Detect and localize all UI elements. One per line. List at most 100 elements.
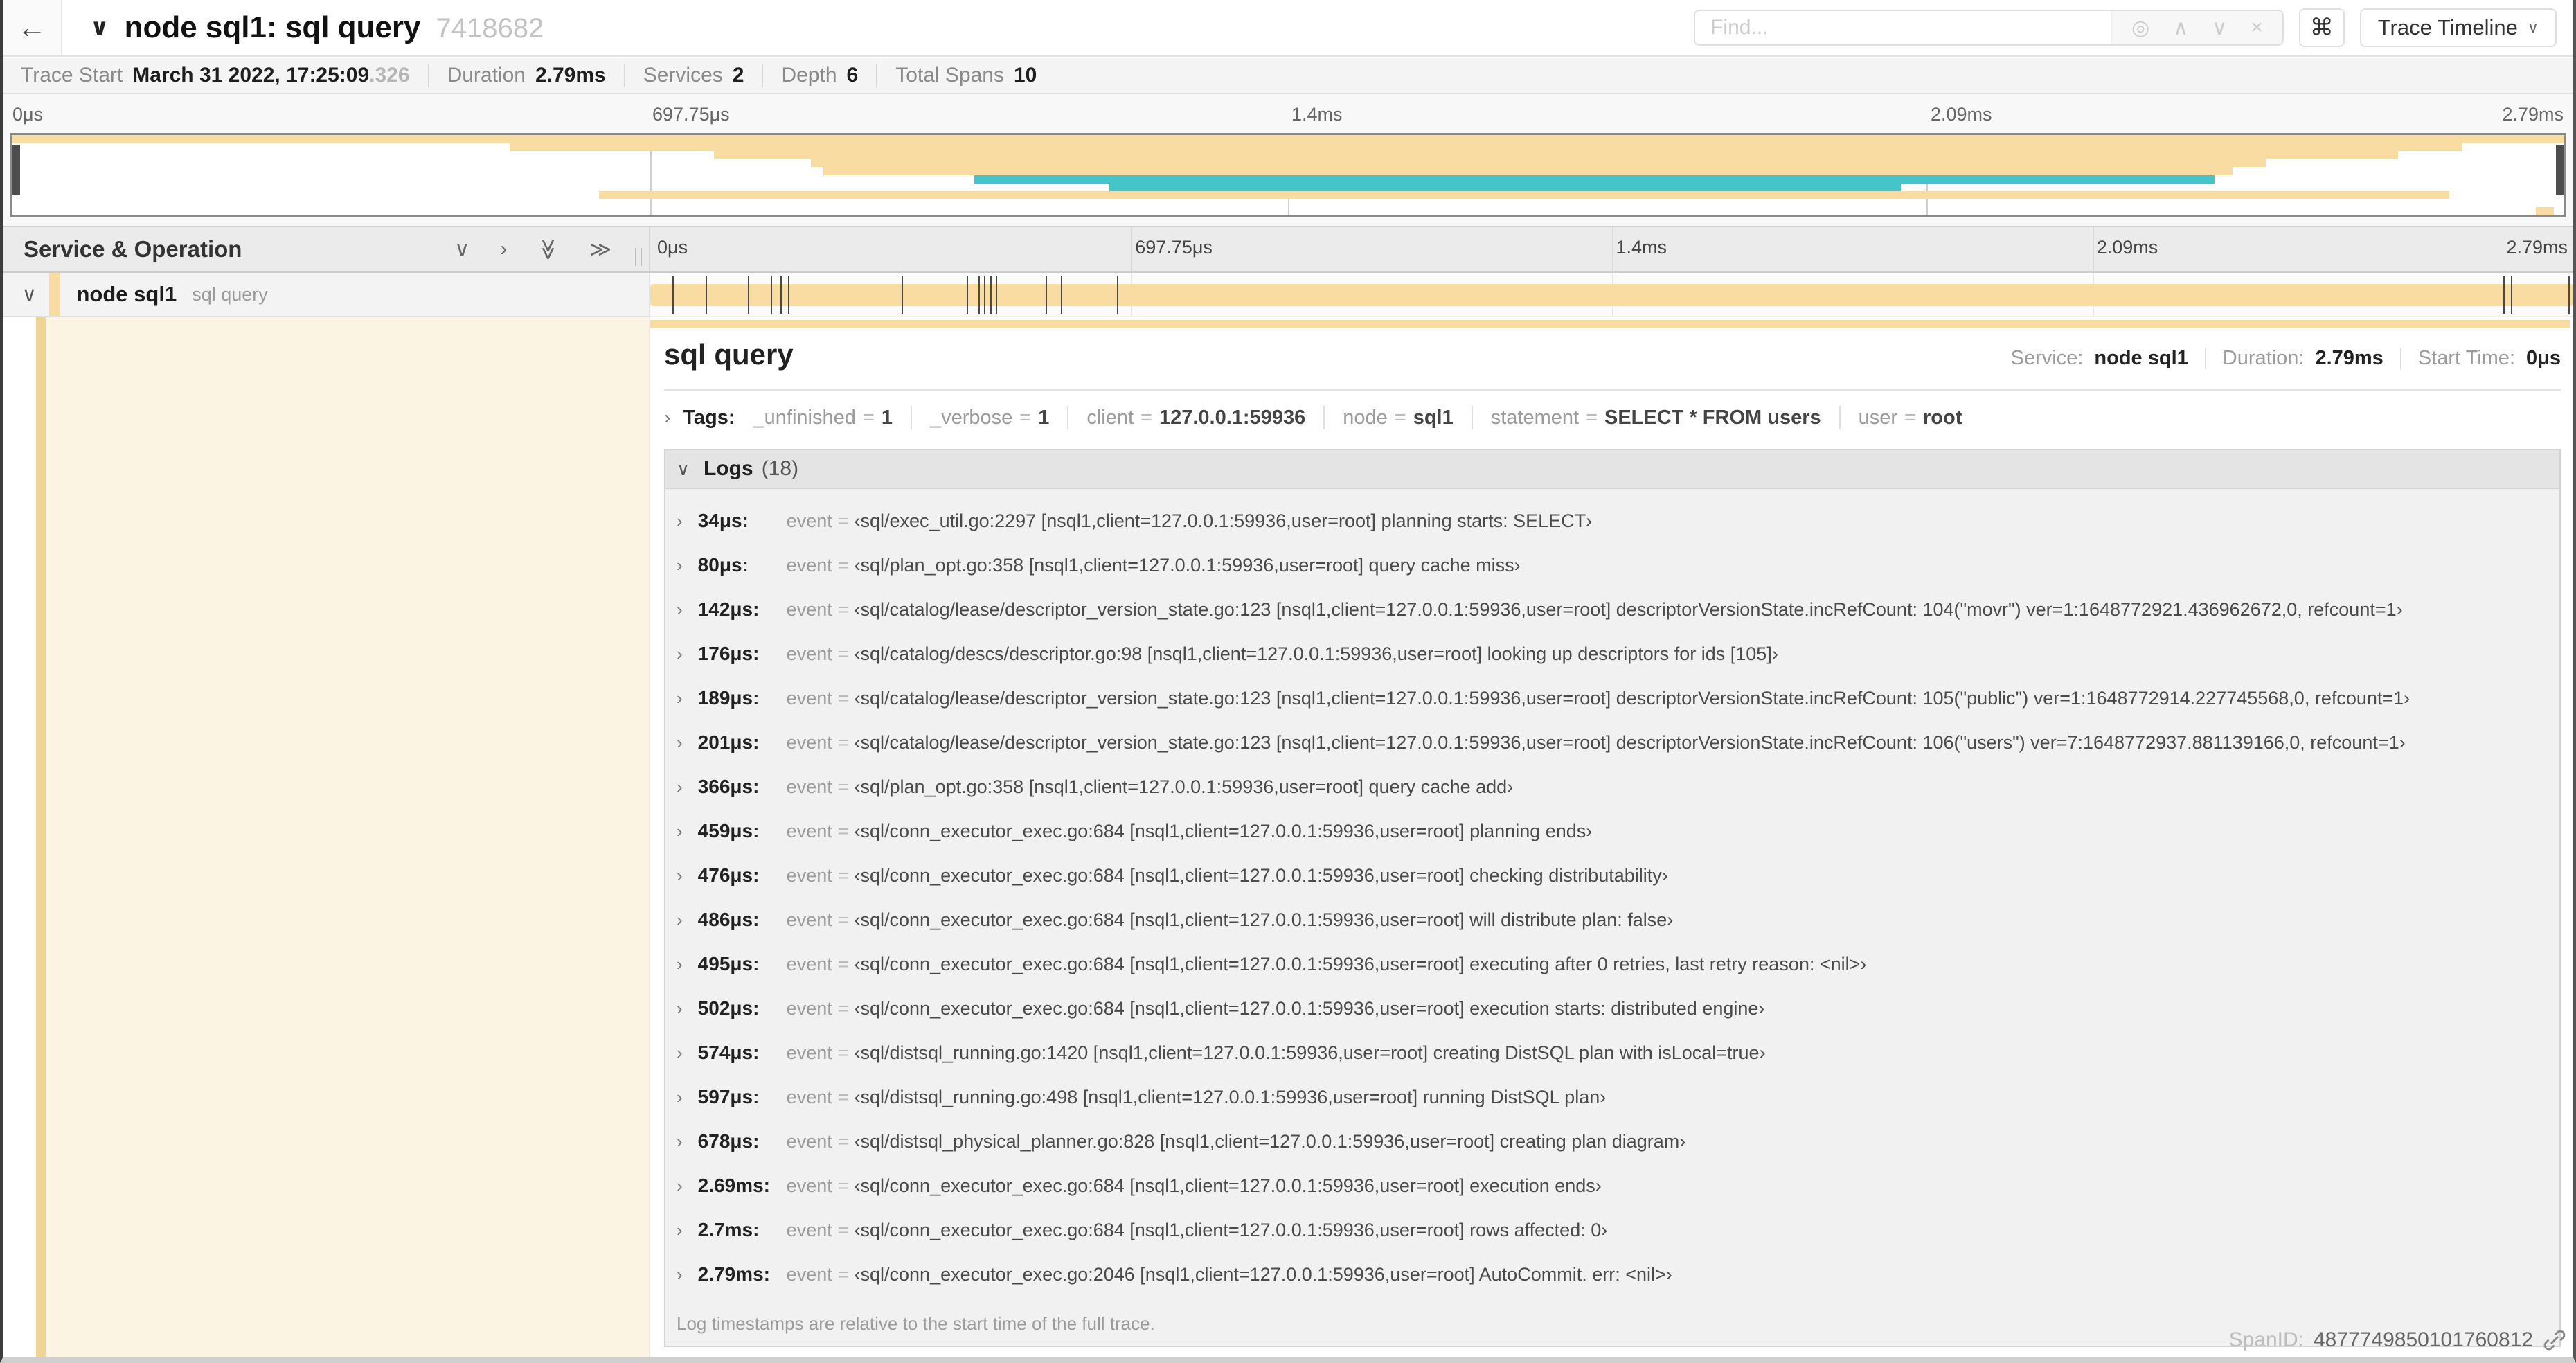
log-expand-chevron-icon[interactable]: ›	[677, 599, 683, 621]
log-expand-chevron-icon[interactable]: ›	[677, 998, 683, 1019]
tag-item[interactable]: user = root	[1859, 407, 1962, 429]
tag-key: node	[1343, 406, 1388, 429]
log-row[interactable]: › 495μs: event = ‹sql/conn_executor_exec.go:…	[665, 942, 2559, 986]
log-expand-chevron-icon[interactable]: ›	[677, 1220, 683, 1241]
log-equals: =	[837, 1175, 849, 1196]
log-expand-chevron-icon[interactable]: ›	[677, 555, 683, 576]
expand-all-icon[interactable]: ≫	[590, 238, 611, 262]
minimap-right-drag-handle[interactable]	[2556, 145, 2564, 195]
log-row[interactable]: › 189μs: event = ‹sql/catalog/lease/descript…	[665, 676, 2559, 720]
log-expand-chevron-icon[interactable]: ›	[677, 510, 683, 532]
log-expand-chevron-icon[interactable]: ›	[677, 1131, 683, 1152]
log-field-key: event	[786, 1042, 832, 1063]
tags-row[interactable]: › Tags: _unfinished = 1 _verbose = 1 client = 12…	[664, 406, 2561, 429]
tags-expand-chevron-icon[interactable]: ›	[664, 407, 670, 429]
log-field-value: ‹sql/plan_opt.go:358 [nsql1,client=127.0…	[854, 776, 1514, 797]
span-service-name: node sql1	[76, 282, 177, 306]
log-row[interactable]: › 459μs: event = ‹sql/conn_executor_exec.go:…	[665, 809, 2559, 853]
log-expand-chevron-icon[interactable]: ›	[677, 821, 683, 842]
log-expand-chevron-icon[interactable]: ›	[677, 909, 683, 931]
log-equals: =	[837, 598, 849, 620]
log-row[interactable]: › 2.7ms: event = ‹sql/conn_executor_exec.go:…	[665, 1208, 2559, 1252]
summary-item-label: Services	[643, 64, 723, 87]
log-row[interactable]: › 502μs: event = ‹sql/conn_executor_exec.go:…	[665, 986, 2559, 1031]
view-selector-button[interactable]: Trace Timeline ∨	[2359, 8, 2557, 47]
log-marker-tick	[2568, 276, 2570, 314]
span-row[interactable]: ∨ node sql1 sql query	[3, 273, 2573, 317]
log-row[interactable]: › 176μs: event = ‹sql/catalog/descs/descript…	[665, 632, 2559, 676]
logs-collapse-chevron-icon: ∨	[677, 458, 690, 479]
log-field-value: ‹sql/conn_executor_exec.go:684 [nsql1,cl…	[854, 864, 1668, 886]
back-button[interactable]: ←	[3, 0, 62, 55]
log-marker-tick	[672, 276, 674, 314]
trace-header: ← ∨ node sql1: sql query 7418682 ◎ ∧ ∨ ×…	[3, 0, 2573, 57]
expand-one-icon[interactable]: ›	[500, 238, 507, 261]
span-color-strip	[48, 273, 60, 316]
log-expand-chevron-icon[interactable]: ›	[677, 1042, 683, 1064]
log-row[interactable]: › 34μs: event = ‹sql/exec_util.go:2297 [nsql…	[665, 499, 2559, 543]
log-expand-chevron-icon[interactable]: ›	[677, 1175, 683, 1197]
minimap-axis-tick: 1.4ms	[1291, 104, 1343, 125]
log-equals: =	[837, 687, 849, 709]
tag-item[interactable]: _unfinished = 1	[753, 407, 893, 429]
tag-key: statement	[1490, 406, 1580, 429]
minimap-left-drag-handle[interactable]	[12, 145, 20, 195]
minimap-span-bar	[823, 167, 2233, 175]
collapse-trace-chevron-icon[interactable]: ∨	[90, 14, 109, 42]
log-row[interactable]: › 142μs: event = ‹sql/catalog/lease/descript…	[665, 587, 2559, 632]
span-row-timeline[interactable]	[650, 273, 2573, 317]
log-row[interactable]: › 2.69ms: event = ‹sql/conn_executor_exec.go…	[665, 1164, 2559, 1208]
prev-result-icon[interactable]: ∧	[2173, 16, 2188, 40]
log-row[interactable]: › 476μs: event = ‹sql/conn_executor_exec.go:…	[665, 853, 2559, 898]
log-field-value: ‹sql/conn_executor_exec.go:2046 [nsql1,c…	[854, 1263, 1672, 1285]
log-row[interactable]: › 2.79ms: event = ‹sql/conn_executor_exec.go…	[665, 1252, 2559, 1297]
summary-item-value: 2	[732, 64, 744, 87]
collapse-all-icon[interactable]: ≫	[536, 238, 560, 260]
log-row[interactable]: › 366μs: event = ‹sql/plan_opt.go:358 [nsql1…	[665, 765, 2559, 809]
log-expand-chevron-icon[interactable]: ›	[677, 1087, 683, 1108]
log-row[interactable]: › 486μs: event = ‹sql/conn_executor_exec.go:…	[665, 898, 2559, 942]
deep-link-icon[interactable]	[2543, 1328, 2566, 1352]
column-resizer[interactable]	[635, 248, 642, 266]
tag-item[interactable]: client = 127.0.0.1:59936	[1086, 407, 1305, 429]
log-expand-chevron-icon[interactable]: ›	[677, 1264, 683, 1285]
log-expand-chevron-icon[interactable]: ›	[677, 954, 683, 975]
span-detail-panel: sql query Service: node sql1 Duration: 2…	[650, 317, 2573, 1357]
ruler-tick-label: 0μs	[657, 237, 688, 258]
log-row[interactable]: › 201μs: event = ‹sql/catalog/lease/descript…	[665, 720, 2559, 765]
log-field-value: ‹sql/conn_executor_exec.go:684 [nsql1,cl…	[854, 997, 1765, 1019]
tag-item[interactable]: node = sql1	[1343, 407, 1453, 429]
log-expand-chevron-icon[interactable]: ›	[677, 732, 683, 754]
log-expand-chevron-icon[interactable]: ›	[677, 643, 683, 665]
next-result-icon[interactable]: ∨	[2212, 16, 2227, 40]
match-highlight-icon[interactable]: ◎	[2131, 16, 2149, 40]
log-field-value: ‹sql/catalog/lease/descriptor_version_st…	[854, 731, 2406, 753]
span-duration-bar[interactable]	[650, 284, 2573, 306]
log-field-key: event	[786, 554, 832, 576]
log-field-key: event	[786, 820, 832, 841]
clear-search-icon[interactable]: ×	[2251, 16, 2263, 39]
summary-item: Services 2	[643, 64, 744, 87]
log-expand-chevron-icon[interactable]: ›	[677, 688, 683, 709]
logs-header[interactable]: ∨ Logs (18)	[665, 450, 2559, 489]
summary-item: Duration 2.79ms	[447, 64, 606, 87]
log-marker-tick	[967, 276, 969, 314]
span-collapse-chevron-icon[interactable]: ∨	[22, 283, 37, 306]
tag-item[interactable]: _verbose = 1	[930, 407, 1049, 429]
keyboard-shortcuts-button[interactable]: ⌘	[2298, 8, 2345, 47]
collapse-one-icon[interactable]: ∨	[454, 238, 469, 262]
log-row[interactable]: › 678μs: event = ‹sql/distsql_physical_plann…	[665, 1119, 2559, 1164]
log-field-key: event	[786, 1130, 832, 1152]
trace-minimap: 0μs 697.75μs 1.4ms 2.09ms 2.79ms	[3, 94, 2573, 226]
log-expand-chevron-icon[interactable]: ›	[677, 776, 683, 798]
log-marker-tick	[901, 276, 903, 314]
log-row[interactable]: › 597μs: event = ‹sql/distsql_running.go:498…	[665, 1075, 2559, 1119]
tag-item[interactable]: statement = SELECT * FROM users	[1491, 407, 1821, 429]
find-input[interactable]	[1695, 11, 2111, 44]
expand-collapse-controls: ∨ › ≫ ≫	[454, 238, 611, 262]
span-row-name-column[interactable]: ∨ node sql1 sql query	[3, 273, 650, 317]
minimap-canvas[interactable]	[10, 133, 2566, 217]
log-row[interactable]: › 574μs: event = ‹sql/distsql_running.go:142…	[665, 1031, 2559, 1075]
log-expand-chevron-icon[interactable]: ›	[677, 865, 683, 887]
log-row[interactable]: › 80μs: event = ‹sql/plan_opt.go:358 [nsql1,…	[665, 543, 2559, 587]
